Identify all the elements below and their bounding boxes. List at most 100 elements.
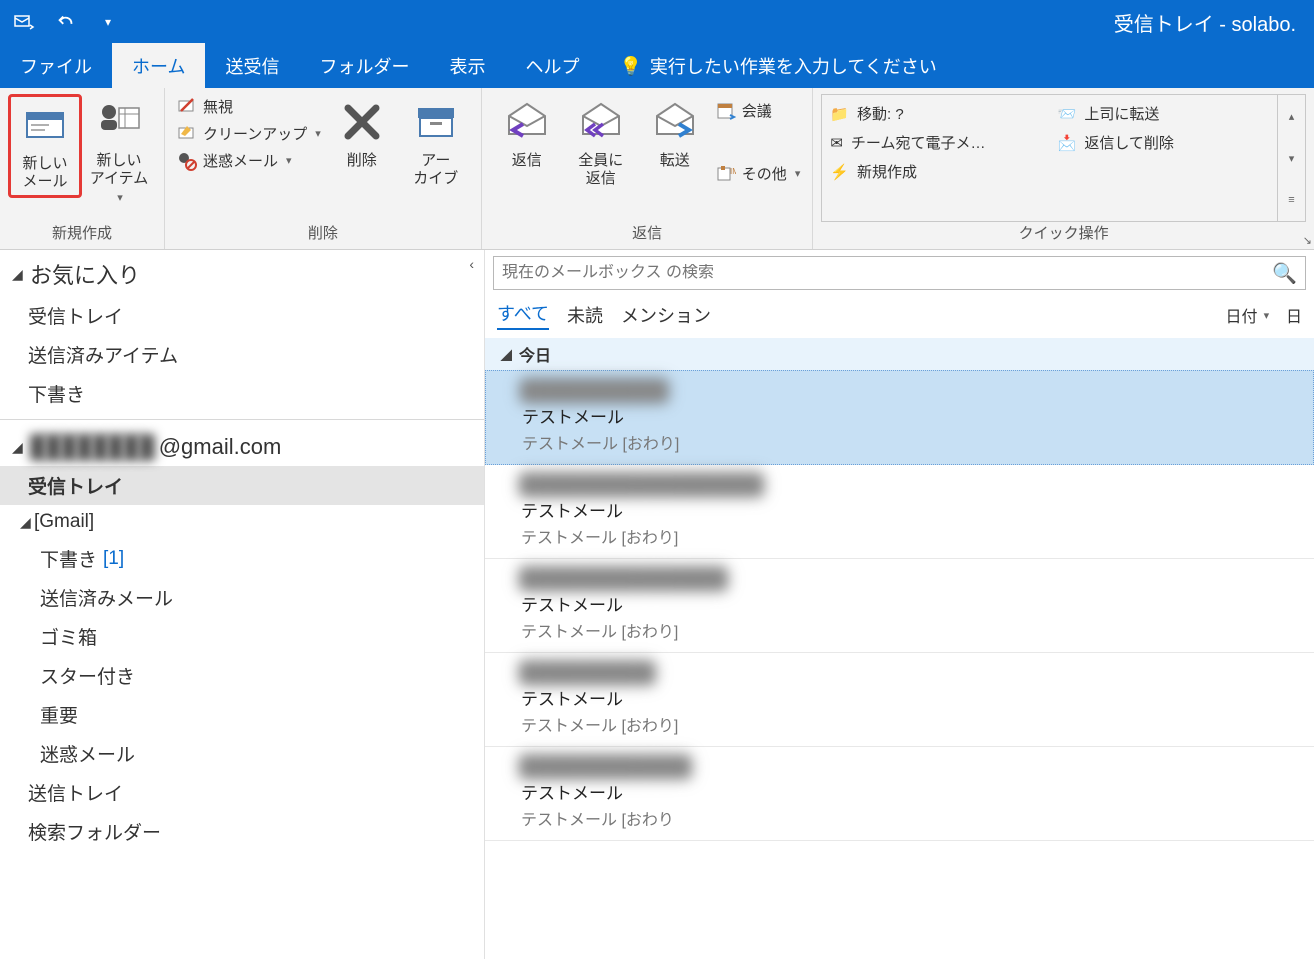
ribbon-group-respond-label: 返信 xyxy=(490,222,805,247)
tab-view[interactable]: 表示 xyxy=(429,43,505,89)
nav-fav-sent[interactable]: 送信済みアイテム xyxy=(0,335,484,374)
forward-icon xyxy=(651,98,699,146)
junk-button[interactable]: 迷惑メール▾ xyxy=(177,150,321,171)
nav-gmail[interactable]: ◢[Gmail] xyxy=(0,505,484,539)
ribbon-group-delete-label: 削除 xyxy=(173,222,473,247)
tab-home[interactable]: ホーム xyxy=(112,43,205,89)
filter-unread[interactable]: 未読 xyxy=(567,302,603,328)
message-subject: テストメール xyxy=(522,403,1297,428)
ribbon-group-new-label: 新規作成 xyxy=(8,222,156,247)
qat-dropdown-icon[interactable]: ▾ xyxy=(96,10,120,34)
message-subject: テストメール xyxy=(521,685,1298,710)
ribbon-tabs: ファイル ホーム 送受信 フォルダー 表示 ヘルプ 💡 実行したい作業を入力して… xyxy=(0,44,1314,88)
reply-icon xyxy=(503,98,551,146)
sort-by-date[interactable]: 日付 ▾ 日 xyxy=(1226,303,1302,327)
tab-help[interactable]: ヘルプ xyxy=(505,43,599,89)
new-items-button[interactable]: 新しい アイテム ▾ xyxy=(82,94,156,210)
tab-sendreceive[interactable]: 送受信 xyxy=(205,43,299,89)
window-title: 受信トレイ - solabo. xyxy=(1114,8,1302,37)
tell-me-label: 実行したい作業を入力してください xyxy=(650,53,937,79)
reply-all-button[interactable]: 全員に 返信 xyxy=(564,94,638,192)
nav-starred[interactable]: スター付き xyxy=(0,656,484,695)
qs-new[interactable]: ⚡新規作成 xyxy=(830,157,1041,186)
nav-sent2[interactable]: 送信済みメール xyxy=(0,578,484,617)
send-receive-icon[interactable] xyxy=(12,10,36,34)
nav-outbox[interactable]: 送信トレイ xyxy=(0,773,484,812)
filter-all[interactable]: すべて xyxy=(497,300,549,330)
message-subject: テストメール xyxy=(521,497,1298,522)
tab-file[interactable]: ファイル xyxy=(0,43,112,89)
nav-account[interactable]: ◢████████@gmail.com xyxy=(0,426,484,466)
tab-folder[interactable]: フォルダー xyxy=(299,43,429,89)
ignore-button[interactable]: 無視 xyxy=(177,96,321,117)
qs-scroll-up[interactable]: ▴ xyxy=(1278,95,1305,137)
nav-junk[interactable]: 迷惑メール xyxy=(0,734,484,773)
chevron-down-icon: ◢ xyxy=(501,346,515,363)
cleanup-button[interactable]: クリーンアップ▾ xyxy=(177,123,321,144)
message-row[interactable]: ███████████テストメールテストメール [おわり] xyxy=(485,653,1314,747)
nav-favorites[interactable]: ◢お気に入り xyxy=(0,250,484,296)
tell-me-box[interactable]: 💡 実行したい作業を入力してください xyxy=(599,53,936,79)
title-bar: ▾ 受信トレイ - solabo. xyxy=(0,0,1314,44)
qs-replydel[interactable]: 📩返信して削除 xyxy=(1058,128,1269,157)
message-row[interactable]: ████████████テストメールテストメール [おわり] xyxy=(485,370,1314,465)
message-preview: テストメール [おわり] xyxy=(521,712,1298,736)
group-today[interactable]: ◢今日 xyxy=(485,338,1314,370)
new-mail-icon xyxy=(21,101,69,149)
qs-expand[interactable]: ≡ xyxy=(1278,179,1305,221)
archive-button[interactable]: アー カイブ xyxy=(399,94,473,192)
folder-nav-pane: ‹ ◢お気に入り 受信トレイ 送信済みアイテム 下書き ◢████████@gm… xyxy=(0,250,485,959)
collapse-nav-icon[interactable]: ‹ xyxy=(469,256,474,272)
forward-mail-icon: 📨 xyxy=(1058,105,1077,123)
qs-boss[interactable]: 📨上司に転送 xyxy=(1058,99,1269,128)
qs-move[interactable]: 📁移動: ? xyxy=(830,99,1041,128)
new-items-label: 新しい アイテム ▾ xyxy=(84,152,154,206)
ribbon-group-respond: 返信 全員に 返信 転送 会議 IM その他▾ xyxy=(482,88,814,249)
cleanup-icon xyxy=(177,124,197,144)
chevron-down-icon: ◢ xyxy=(12,266,26,283)
reply-button[interactable]: 返信 xyxy=(490,94,564,174)
nav-inbox[interactable]: 受信トレイ xyxy=(0,466,484,505)
message-from: ████████████████████ xyxy=(521,475,1298,495)
forward-button[interactable]: 転送 xyxy=(638,94,712,174)
more-respond-button[interactable]: IM その他▾ xyxy=(716,163,801,184)
nav-fav-inbox[interactable]: 受信トレイ xyxy=(0,296,484,335)
search-icon[interactable]: 🔍 xyxy=(1272,261,1297,286)
ribbon-group-quicksteps: 📁移動: ? ✉チーム宛て電子メ… ⚡新規作成 📨上司に転送 📩返信して削除 ▴… xyxy=(813,88,1314,249)
mail-icon: ✉ xyxy=(830,134,843,152)
nav-trash[interactable]: ゴミ箱 xyxy=(0,617,484,656)
chevron-down-icon: ◢ xyxy=(20,514,34,531)
undo-icon[interactable] xyxy=(54,10,78,34)
qs-scroll-down[interactable]: ▾ xyxy=(1278,137,1305,179)
search-input[interactable] xyxy=(502,264,1272,282)
message-from: █████████████████ xyxy=(521,569,1298,589)
folder-move-icon: 📁 xyxy=(830,105,849,123)
quicksteps-gallery: 📁移動: ? ✉チーム宛て電子メ… ⚡新規作成 📨上司に転送 📩返信して削除 ▴… xyxy=(821,94,1306,222)
quicksteps-launcher-icon[interactable]: ↘ xyxy=(1303,234,1312,247)
new-mail-button[interactable]: 新しい メール xyxy=(8,94,82,198)
message-row[interactable]: ████████████████████テストメールテストメール [おわり] xyxy=(485,465,1314,559)
nav-searchfolders[interactable]: 検索フォルダー xyxy=(0,812,484,851)
meeting-button[interactable]: 会議 xyxy=(716,100,801,121)
message-preview: テストメール [おわり] xyxy=(521,524,1298,548)
ignore-icon xyxy=(177,97,197,117)
delete-button[interactable]: 削除 xyxy=(325,94,399,174)
search-box[interactable]: 🔍 xyxy=(493,256,1306,290)
nav-drafts2[interactable]: 下書き[1] xyxy=(0,539,484,578)
lightbulb-icon: 💡 xyxy=(619,56,641,77)
chevron-down-icon: ▾ xyxy=(1264,309,1270,322)
message-row[interactable]: ██████████████テストメールテストメール [おわり xyxy=(485,747,1314,841)
qs-team[interactable]: ✉チーム宛て電子メ… xyxy=(830,128,1041,157)
ribbon-group-quicksteps-label: クイック操作 xyxy=(821,222,1306,247)
message-subject: テストメール xyxy=(521,779,1298,804)
nav-fav-drafts[interactable]: 下書き xyxy=(0,374,484,413)
message-list-pane: 🔍 すべて 未読 メンション 日付 ▾ 日 ◢今日 ████████████テス… xyxy=(485,250,1314,959)
message-row[interactable]: █████████████████テストメールテストメール [おわり] xyxy=(485,559,1314,653)
svg-text:IM: IM xyxy=(730,167,736,176)
nav-important[interactable]: 重要 xyxy=(0,695,484,734)
filter-mentions[interactable]: メンション xyxy=(621,302,711,328)
lightning-icon: ⚡ xyxy=(830,163,849,181)
delete-icon xyxy=(338,98,386,146)
junk-icon xyxy=(177,151,197,171)
new-mail-label: 新しい メール xyxy=(22,155,67,191)
